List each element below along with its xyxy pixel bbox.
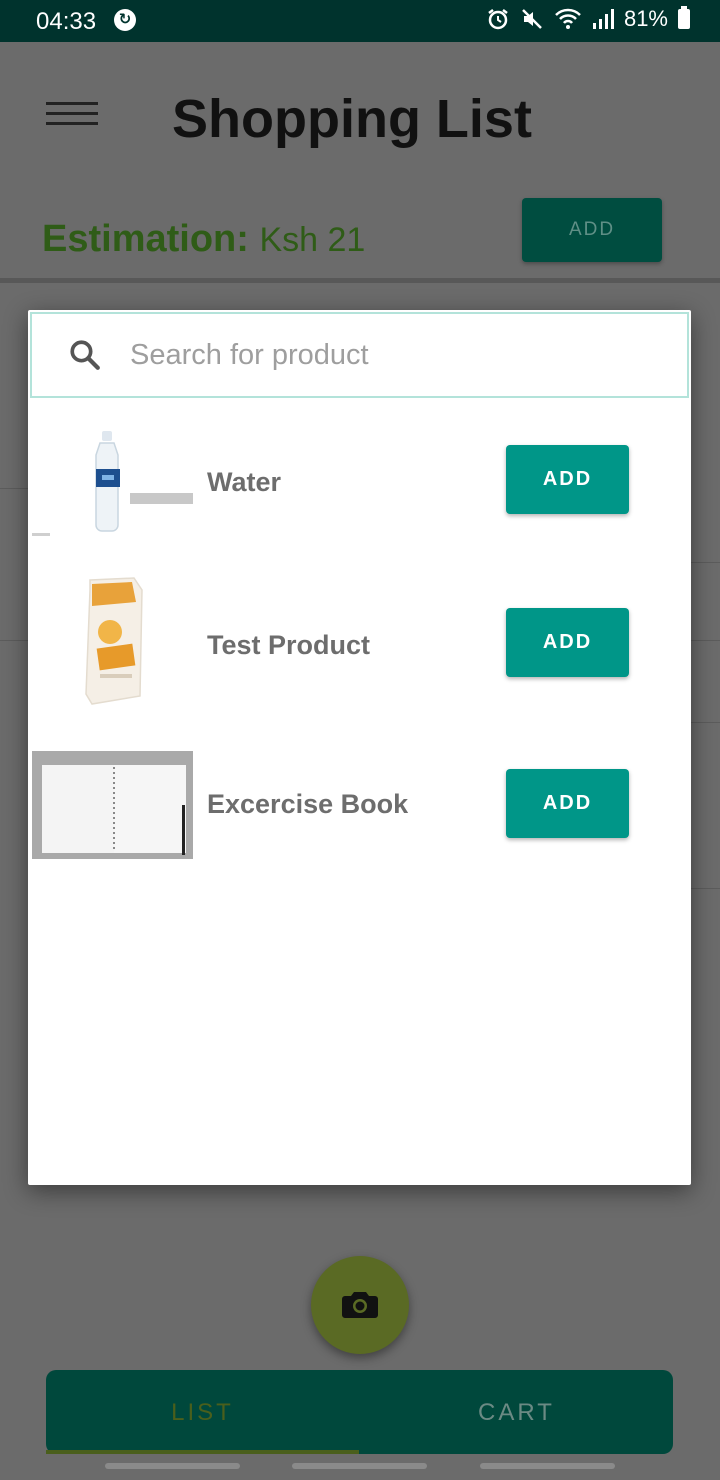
nav-gesture-bar: [292, 1463, 427, 1469]
status-bar: 04:33 ↻ 81%: [0, 0, 720, 42]
list-divider: [691, 562, 720, 563]
divider: [0, 278, 720, 283]
product-search-dialog: Water ADD Test Product ADD: [28, 310, 691, 1185]
nav-gesture-bar: [105, 1463, 240, 1469]
list-divider: [691, 722, 720, 723]
camera-button[interactable]: [311, 1256, 409, 1354]
notebook-image: [32, 751, 193, 859]
signal-icon: [592, 9, 614, 29]
product-name: Test Product: [207, 630, 371, 660]
list-item: Excercise Book ADD: [28, 751, 691, 891]
list-item: Water ADD: [28, 431, 691, 571]
list-item: Test Product ADD: [28, 574, 691, 714]
tab-list[interactable]: LIST: [46, 1370, 359, 1454]
list-divider: [0, 488, 28, 489]
oats-bag-image: [32, 574, 193, 710]
estimation-value: Ksh 21: [259, 221, 366, 259]
search-icon: [70, 340, 100, 370]
menu-icon[interactable]: [46, 102, 98, 126]
bottom-nav: LIST CART: [46, 1370, 673, 1454]
add-excercise-book-button[interactable]: ADD: [506, 769, 629, 838]
add-item-button[interactable]: ADD: [522, 198, 662, 262]
sync-icon: ↻: [114, 9, 136, 31]
status-icons: 81%: [486, 6, 690, 32]
search-input[interactable]: [128, 332, 652, 378]
wifi-icon: [555, 8, 581, 29]
product-name: Water: [207, 467, 282, 497]
estimation-label: Estimation:: [42, 218, 249, 260]
search-box[interactable]: [30, 312, 689, 398]
nav-gesture-bar: [480, 1463, 615, 1469]
list-divider: [691, 640, 720, 641]
add-test-product-button[interactable]: ADD: [506, 608, 629, 677]
page-title: Shopping List: [172, 89, 532, 149]
alarm-icon: [488, 9, 508, 30]
status-time: 04:33: [36, 8, 97, 35]
product-name: Excercise Book: [207, 789, 409, 819]
list-divider: [691, 888, 720, 889]
water-bottle-image: [32, 431, 193, 539]
mute-icon: [522, 9, 542, 29]
battery-icon: [678, 6, 690, 29]
camera-icon: [342, 1292, 378, 1318]
battery-percent: 81%: [623, 6, 668, 31]
active-tab-indicator: [46, 1450, 359, 1454]
estimation: Estimation: Ksh 21: [42, 218, 365, 261]
list-divider: [0, 640, 28, 641]
tab-cart[interactable]: CART: [360, 1370, 673, 1454]
add-water-button[interactable]: ADD: [506, 445, 629, 514]
